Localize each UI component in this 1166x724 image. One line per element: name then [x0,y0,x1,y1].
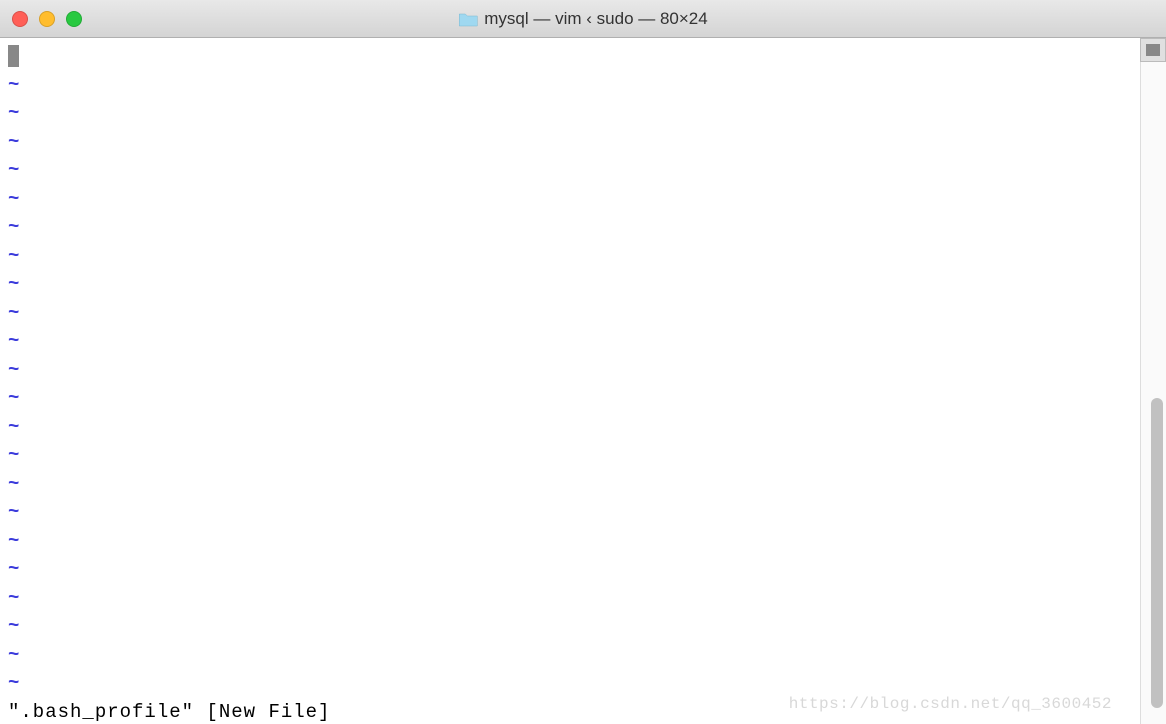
scrollbar-thumb[interactable] [1151,398,1163,708]
tilde-lines: ~~~~~~~~~~~~~~~~~~~~~~ [8,71,1132,698]
tilde-line: ~ [8,156,1132,185]
tilde-line: ~ [8,270,1132,299]
scrollbar-track[interactable] [1140,38,1166,724]
window-title: mysql — vim ‹ sudo — 80×24 [458,9,707,29]
cursor [8,45,19,67]
tilde-line: ~ [8,356,1132,385]
tilde-line: ~ [8,584,1132,613]
folder-icon [458,11,478,27]
tilde-line: ~ [8,128,1132,157]
tilde-line: ~ [8,413,1132,442]
tilde-line: ~ [8,71,1132,100]
tilde-line: ~ [8,213,1132,242]
traffic-lights [12,11,82,27]
maximize-button[interactable] [66,11,82,27]
tilde-line: ~ [8,498,1132,527]
window-titlebar: mysql — vim ‹ sudo — 80×24 [0,0,1166,38]
tilde-line: ~ [8,470,1132,499]
tilde-line: ~ [8,299,1132,328]
scroll-corner-icon [1140,38,1166,62]
tilde-line: ~ [8,185,1132,214]
tilde-line: ~ [8,527,1132,556]
minimize-button[interactable] [39,11,55,27]
tilde-line: ~ [8,384,1132,413]
tilde-line: ~ [8,612,1132,641]
terminal-content[interactable]: ~~~~~~~~~~~~~~~~~~~~~~ ".bash_profile" [… [0,38,1140,724]
cursor-line [8,42,1132,71]
tilde-line: ~ [8,242,1132,271]
tilde-line: ~ [8,99,1132,128]
terminal-area: ~~~~~~~~~~~~~~~~~~~~~~ ".bash_profile" [… [0,38,1166,724]
tilde-line: ~ [8,327,1132,356]
tilde-line: ~ [8,669,1132,698]
tilde-line: ~ [8,441,1132,470]
close-button[interactable] [12,11,28,27]
title-text: mysql — vim ‹ sudo — 80×24 [484,9,707,29]
vim-status-line: ".bash_profile" [New File] [8,698,1132,724]
tilde-line: ~ [8,555,1132,584]
tilde-line: ~ [8,641,1132,670]
